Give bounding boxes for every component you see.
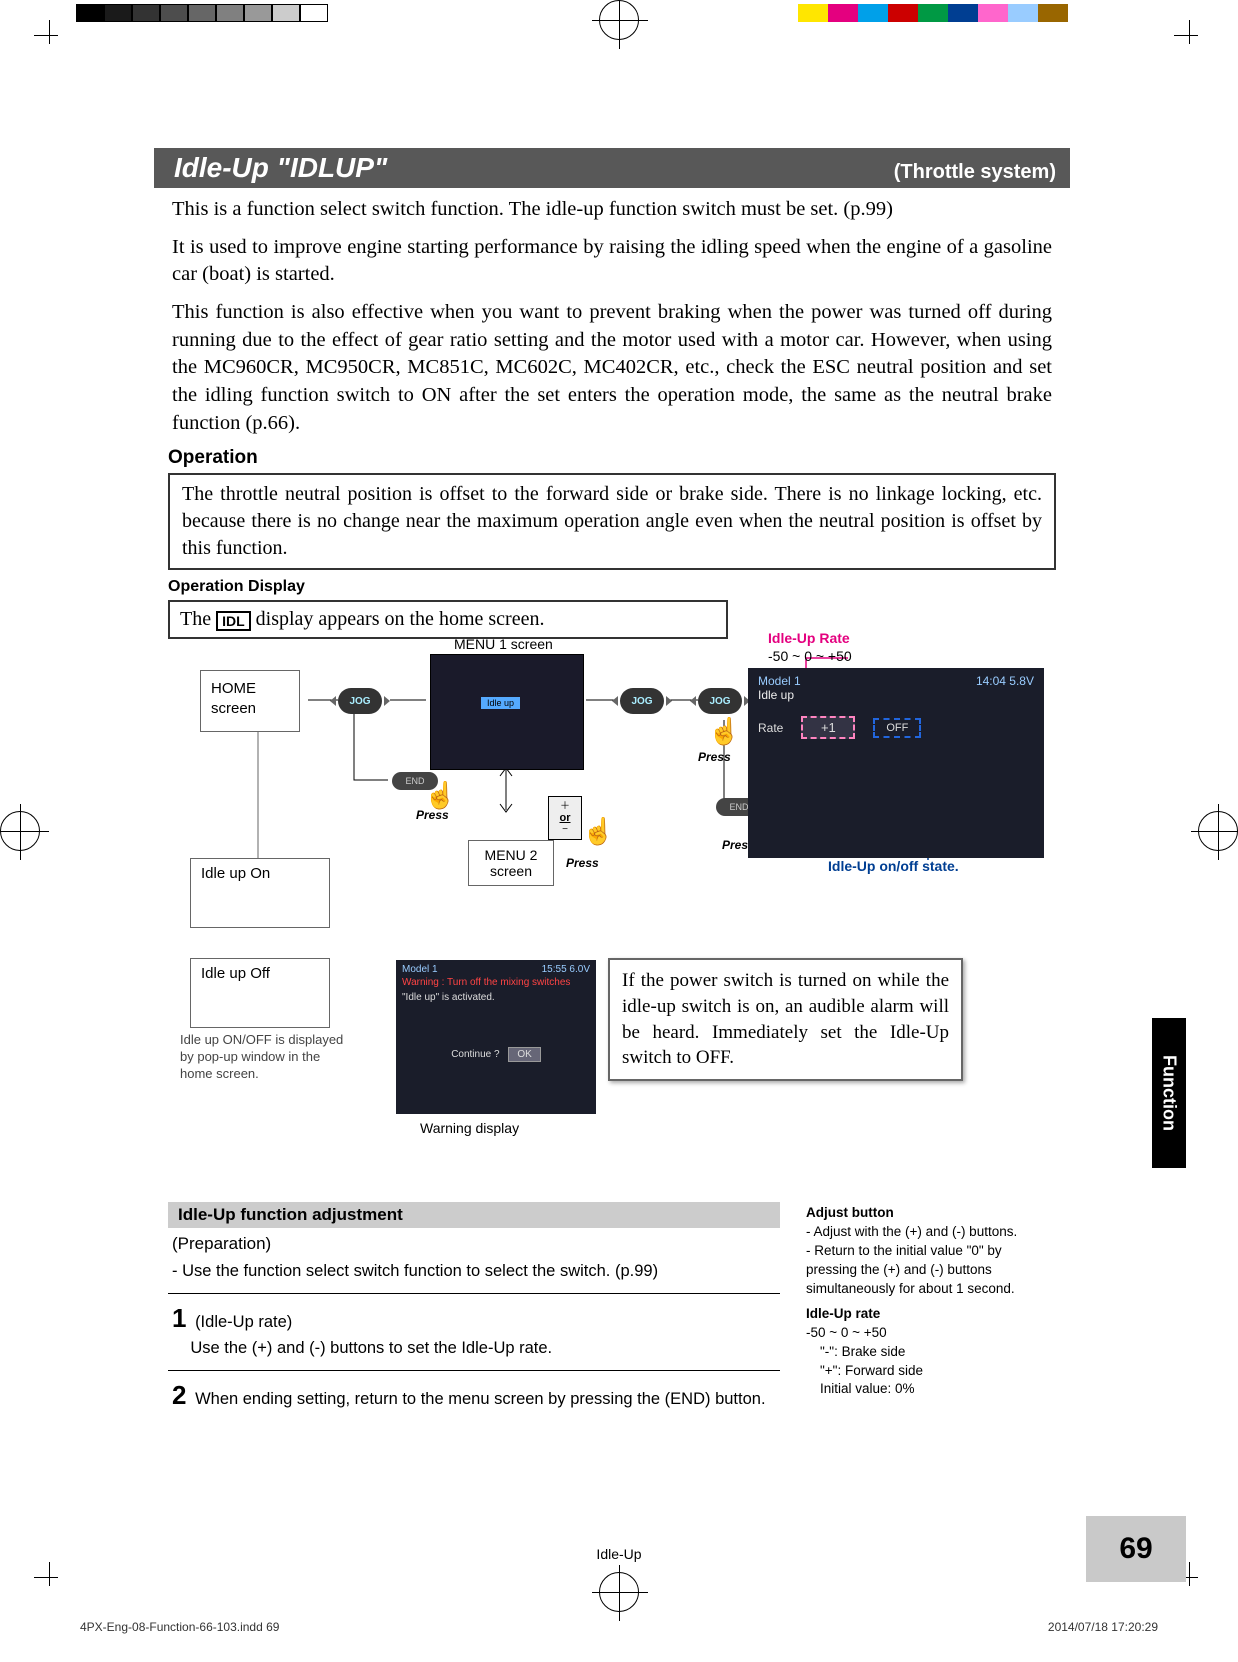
rate-range: -50 ~ 0 ~ +50 — [768, 648, 852, 664]
adjust-line-2: - Return to the initial value "0" by pre… — [806, 1242, 1056, 1299]
screen-rate-value[interactable]: +1 — [801, 716, 855, 739]
registration-mark-icon — [599, 0, 639, 40]
crop-mark-icon — [1174, 20, 1204, 50]
warning-caption: Warning display — [420, 1120, 519, 1136]
plus-icon: ＋ — [560, 801, 570, 812]
warn-body: "Idle up" is activated. — [402, 992, 590, 1003]
intro-para-2: It is used to improve engine starting pe… — [172, 234, 1052, 289]
screen-rate-label: Rate — [758, 721, 783, 735]
page-title: Idle-Up "IDLUP" — [170, 152, 387, 184]
registration-mark-icon — [0, 811, 40, 851]
power-on-warning-box: If the power switch is turned on while t… — [608, 958, 963, 1081]
screen-time: 14:04 5.8V — [976, 674, 1034, 688]
color-strip — [798, 4, 1068, 22]
rate-plus: "+": Forward side — [806, 1362, 1056, 1381]
function-tab: Function — [1152, 1018, 1186, 1168]
jog-button-1[interactable]: JOG — [338, 688, 382, 714]
minus-icon: − — [562, 824, 568, 835]
intro-para-1: This is a function select switch functio… — [172, 196, 1052, 224]
warn-ok-button[interactable]: OK — [508, 1047, 540, 1062]
screen-off-button[interactable]: OFF — [873, 718, 921, 738]
adjust-line-1: - Adjust with the (+) and (-) buttons. — [806, 1223, 1056, 1242]
rate-label: Idle-Up Rate — [768, 630, 850, 646]
warn-continue: Continue ? — [451, 1049, 499, 1060]
step-1: 1 (Idle-Up rate) Use the (+) and (-) but… — [172, 1300, 776, 1359]
idl-note-pre: The — [180, 608, 211, 630]
home-screen-box: HOME screen — [200, 670, 300, 732]
step-2-number: 2 — [172, 1380, 186, 1410]
jog-button-3[interactable]: JOG — [698, 688, 742, 714]
operation-display-heading: Operation Display — [168, 578, 1070, 596]
preparation-label: (Preparation) — [172, 1234, 776, 1254]
plus-minus-buttons[interactable]: ＋ or − — [548, 796, 582, 840]
crop-mark-icon — [34, 1562, 64, 1592]
rate-initial: Initial value: 0% — [806, 1380, 1056, 1399]
print-timestamp: 2014/07/18 17:20:29 — [1048, 1620, 1158, 1634]
jog-button-2[interactable]: JOG — [620, 688, 664, 714]
page-subtitle: (Throttle system) — [894, 161, 1056, 184]
intro-para-3: This function is also effective when you… — [172, 299, 1052, 437]
press-label-3: Press — [698, 750, 731, 764]
adjust-button-heading: Adjust button — [806, 1204, 1056, 1223]
screen-name: Idle up — [758, 688, 1034, 702]
page-root: Idle-Up "IDLUP" (Throttle system) This i… — [0, 0, 1238, 1662]
crop-mark-icon — [34, 20, 64, 50]
adjustment-section: Idle-Up function adjustment (Preparation… — [168, 1202, 1056, 1423]
footer-title: Idle-Up — [596, 1546, 641, 1562]
step-1-body: Use the (+) and (-) buttons to set the I… — [190, 1339, 552, 1357]
title-bar: Idle-Up "IDLUP" (Throttle system) — [154, 148, 1070, 188]
rate-range-side: -50 ~ 0 ~ +50 — [806, 1324, 1056, 1343]
registration-mark-icon — [599, 1572, 639, 1612]
idle-on-box: Idle up On — [190, 858, 330, 928]
menu1-screenshot: Idle up — [430, 654, 584, 770]
preparation-line: - Use the function select switch functio… — [172, 1260, 776, 1283]
warn-line: Warning : Turn off the mixing switches — [402, 977, 590, 988]
onoff-state-label: Idle-Up on/off state. — [828, 858, 959, 874]
registration-mark-icon — [1198, 811, 1238, 851]
step-2: 2 When ending setting, return to the men… — [172, 1377, 776, 1413]
pointer-icon: ☝ — [424, 780, 456, 811]
step-1-title: (Idle-Up rate) — [195, 1313, 292, 1331]
warn-time: 15:55 6.0V — [542, 964, 590, 975]
page-number: 69 — [1086, 1516, 1186, 1582]
warn-model: Model 1 — [402, 964, 438, 975]
adjustment-left: Idle-Up function adjustment (Preparation… — [168, 1202, 780, 1423]
menu1-highlight: Idle up — [481, 697, 520, 709]
content-area: Idle-Up "IDLUP" (Throttle system) This i… — [154, 148, 1070, 1423]
idle-up-screen: Model 1 14:04 5.8V Idle up Rate +1 OFF — [748, 668, 1044, 858]
press-label-1: Press — [416, 808, 449, 822]
menu2-box: MENU 2 screen — [468, 840, 554, 886]
step-1-number: 1 — [172, 1303, 186, 1333]
or-label: or — [560, 812, 571, 824]
print-file-info: 4PX-Eng-08-Function-66-103.indd 69 — [80, 1620, 279, 1634]
warning-screen: Model 1 15:55 6.0V Warning : Turn off th… — [396, 960, 596, 1114]
pointer-icon: ☝ — [582, 816, 614, 847]
screen-model: Model 1 — [758, 674, 801, 688]
adjustment-title: Idle-Up function adjustment — [168, 1202, 780, 1228]
adjustment-sidebar: Adjust button - Adjust with the (+) and … — [806, 1202, 1056, 1423]
rate-heading: Idle-Up rate — [806, 1305, 1056, 1324]
idl-display-note: The IDL display appears on the home scre… — [168, 600, 728, 639]
idl-badge-icon: IDL — [216, 611, 251, 631]
operation-note-box: The throttle neutral position is offset … — [168, 473, 1056, 570]
idle-onoff-caption: Idle up ON/OFF is displayed by pop-up wi… — [180, 1032, 350, 1083]
press-label-2: Press — [566, 856, 599, 870]
pointer-icon: ☝ — [708, 716, 740, 747]
idl-note-post: display appears on the home screen. — [256, 608, 545, 630]
idle-off-box: Idle up Off — [190, 958, 330, 1028]
step-2-body: When ending setting, return to the menu … — [195, 1390, 765, 1408]
operation-diagram: The IDL display appears on the home scre… — [168, 600, 1056, 1190]
rate-minus: "-": Brake side — [806, 1343, 1056, 1362]
operation-heading: Operation — [168, 447, 1070, 469]
